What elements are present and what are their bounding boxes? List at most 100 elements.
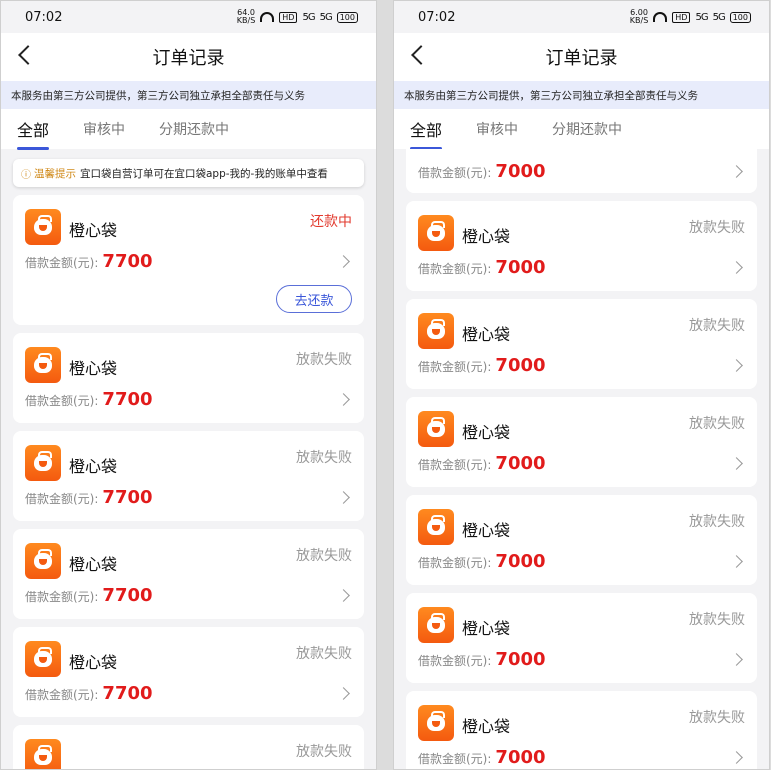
amount-row: 借款金额(元): 7000 [418,355,546,376]
lender-name: 橙心袋 [462,619,511,638]
order-status: 放款失败 [689,416,745,432]
chevron-right-icon[interactable] [730,261,743,274]
signal-icon: 5G [319,11,333,23]
chevron-right-icon[interactable] [337,589,350,602]
order-status: 放款失败 [689,710,745,726]
order-card[interactable]: 橙心袋 放款失败 借款金额(元): 7700 [13,529,364,619]
amount-value: 7000 [495,649,546,670]
page-title: 订单记录 [152,48,225,69]
app-logo [418,607,454,643]
status-icons: 64.0 KB/S HD 5G 5G 100 [237,9,358,25]
amount-label: 借款金额(元): [25,590,99,604]
order-status: 放款失败 [689,514,745,530]
order-card[interactable]: 橙心袋 放款失败 借款金额(元): 7700 [13,431,364,521]
bag-icon [34,451,52,471]
status-time: 07:02 [25,9,63,25]
amount-row: 借款金额(元): 7000 [418,161,546,182]
tab-reviewing[interactable]: 审核中 [83,119,125,139]
screenshot-pair: 07:02 64.0 KB/S HD 5G 5G 100 订单记录 本服务由第三方… [0,0,771,770]
lender-name: 橙心袋 [462,521,511,540]
order-card[interactable]: 橙心袋 放款失败 借款金额(元): 7700 [13,627,364,717]
amount-value: 7700 [102,389,153,410]
chevron-right-icon[interactable] [730,555,743,568]
chevron-right-icon[interactable] [730,457,743,470]
battery-icon: 100 [336,11,358,23]
app-logo [418,313,454,349]
order-card[interactable]: 橙心袋 放款失败 借款金额(元): 7000 [406,593,757,683]
left-phone-screen: 07:02 64.0 KB/S HD 5G 5G 100 订单记录 本服务由第三方… [0,0,377,770]
tab-bar: 全部 审核中 分期还款中 [1,109,376,150]
tip-label: 温馨提示 [34,167,76,180]
back-arrow-icon[interactable] [411,45,431,65]
signal-icon: 5G [302,11,315,23]
amount-row: 借款金额(元): 7000 [418,257,546,278]
chevron-right-icon[interactable] [730,359,743,372]
amount-row: 借款金额(元): 7700 [25,389,153,410]
amount-row: 借款金额(元): 7700 [25,585,153,606]
status-time: 07:02 [418,9,456,25]
chevron-right-icon[interactable] [337,687,350,700]
chevron-right-icon[interactable] [337,491,350,504]
repay-button[interactable]: 去还款 [276,285,352,313]
order-status: 放款失败 [296,352,352,368]
amount-label: 借款金额(元): [25,492,99,506]
order-card[interactable]: 橙心袋 放款失败 借款金额(元): 7000 [406,495,757,585]
tab-all[interactable]: 全部 [410,117,443,150]
right-phone-screen: 07:02 6.00 KB/S HD 5G 5G 100 订单记录 本服务由第三方… [393,0,770,770]
tab-installment[interactable]: 分期还款中 [552,119,622,139]
order-status: 放款失败 [296,744,352,760]
tip-text: 宜口袋自营订单可在宜口袋app-我的-我的账单中查看 [80,167,328,180]
app-logo [25,347,61,383]
tab-all[interactable]: 全部 [17,117,50,150]
amount-row: 借款金额(元): 7700 [25,683,153,704]
nav-bar: 订单记录 [1,33,376,81]
lender-name: 橙心袋 [69,221,118,240]
order-card[interactable]: 借款金额(元): 7000 [406,149,757,193]
order-card[interactable]: 橙心袋 放款失败 借款金额(元): 7000 [406,397,757,487]
wifi-icon [653,12,668,22]
lender-name: 橙心袋 [462,423,511,442]
order-status: 放款失败 [689,318,745,334]
order-card[interactable]: 橙心袋 放款失败 借款金额(元): 7700 [13,333,364,423]
tab-installment[interactable]: 分期还款中 [159,119,229,139]
page-title: 订单记录 [545,48,618,69]
amount-value: 7700 [102,251,153,272]
chevron-right-icon[interactable] [730,165,743,178]
order-card[interactable]: 橙心袋 还款中 借款金额(元): 7700 去还款 [13,195,364,325]
order-card[interactable]: 橙心袋 放款失败 借款金额(元): 7000 [406,299,757,389]
bag-icon [427,613,445,633]
chevron-right-icon[interactable] [337,255,350,268]
bag-icon [427,515,445,535]
app-logo [418,705,454,741]
order-card[interactable]: 放款失败 [13,725,364,769]
warm-tip-bar: ⓘ 温馨提示 宜口袋自营订单可在宜口袋app-我的-我的账单中查看 [13,159,364,187]
bag-icon [34,353,52,373]
app-logo [25,543,61,579]
back-arrow-icon[interactable] [18,45,38,65]
app-logo [25,739,61,769]
amount-row: 借款金额(元): 7000 [418,453,546,474]
order-card[interactable]: 橙心袋 放款失败 借款金额(元): 7000 [406,691,757,769]
order-status: 放款失败 [689,220,745,236]
net-speed: 6.00 KB/S [629,8,649,25]
amount-value: 7000 [495,747,546,768]
chevron-right-icon[interactable] [730,653,743,666]
app-logo [418,215,454,251]
status-bar: 07:02 6.00 KB/S HD 5G 5G 100 [394,1,769,33]
tab-reviewing[interactable]: 审核中 [476,119,518,139]
wifi-icon [260,12,275,22]
amount-label: 借款金额(元): [418,262,492,276]
hd-icon: HD [672,11,691,23]
lender-name: 橙心袋 [462,227,511,246]
amount-row: 借款金额(元): 7000 [418,649,546,670]
amount-label: 借款金额(元): [25,256,99,270]
lender-name: 橙心袋 [69,555,118,574]
amount-label: 借款金额(元): [418,752,492,766]
chevron-right-icon[interactable] [730,751,743,764]
amount-value: 7700 [102,683,153,704]
bag-icon [34,745,52,765]
order-card[interactable]: 橙心袋 放款失败 借款金额(元): 7000 [406,201,757,291]
amount-label: 借款金额(元): [25,688,99,702]
chevron-right-icon[interactable] [337,393,350,406]
bag-icon [34,549,52,569]
